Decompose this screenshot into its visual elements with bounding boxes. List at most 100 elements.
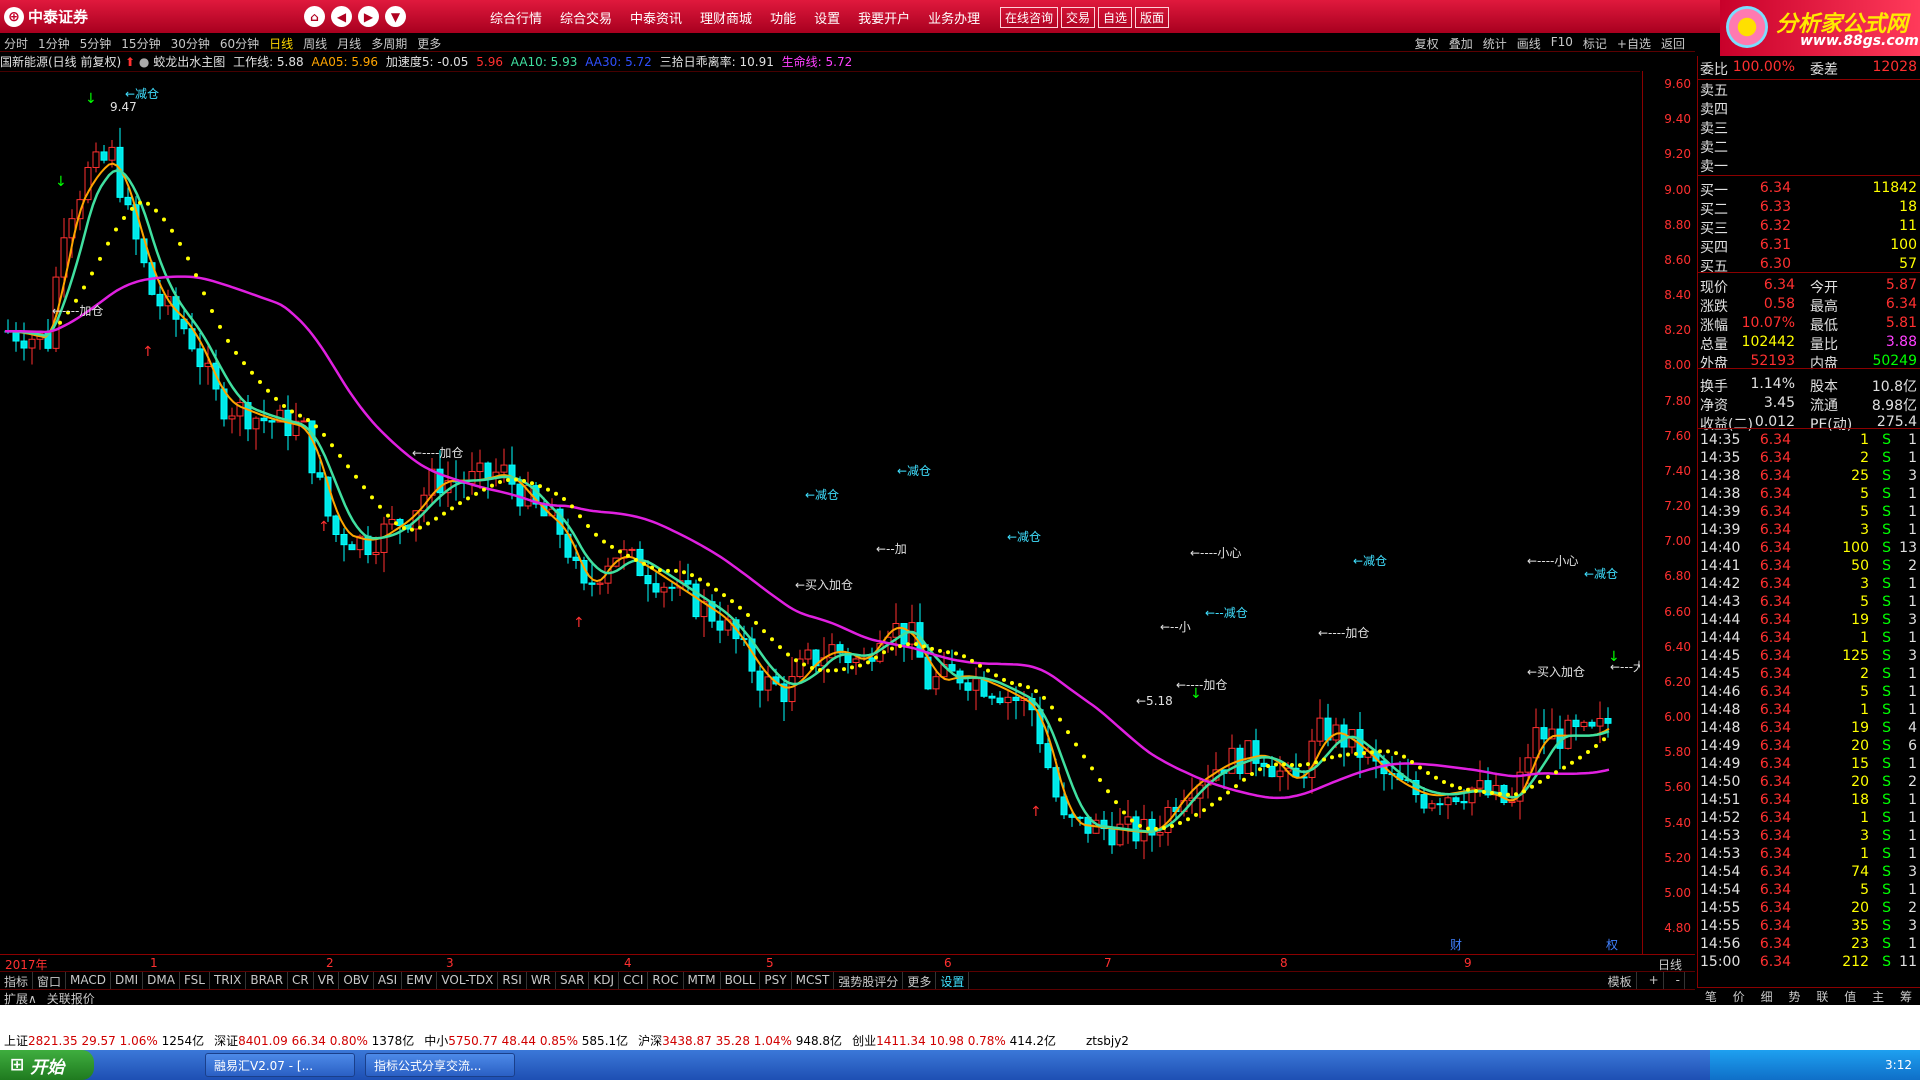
stat-row: 换手 1.14% 股本 10.8亿 [1698,376,1920,395]
ad-banner[interactable]: 分析家公式网 www.88gs.com [1720,0,1920,56]
indicator-tab-15[interactable]: WR [527,972,557,989]
period-tab-7[interactable]: 周线 [303,35,327,52]
work-line-dot [570,504,574,509]
indicator-tab-20[interactable]: MTM [684,972,721,989]
menu-item-3[interactable]: 理财商城 [700,8,752,27]
menu-item-0[interactable]: 综合行情 [490,8,542,27]
indicator-tab-8[interactable]: CR [288,972,314,989]
template-button-2[interactable]: - [1672,972,1685,989]
tool-button-2[interactable]: 统计 [1483,35,1507,52]
index-item[interactable]: 深证8401.09 66.34 0.80% 1378亿 [214,1032,414,1049]
menu-item-1[interactable]: 综合交易 [560,8,612,27]
period-tab-8[interactable]: 月线 [337,35,361,52]
indicator-tab-18[interactable]: CCI [619,972,649,989]
menu-item-2[interactable]: 中泰资讯 [630,8,682,27]
work-line-dot [58,320,62,325]
start-button[interactable]: ⊞ 开始 [0,1050,94,1080]
indicator-tab-1[interactable]: 窗口 [33,972,67,989]
work-line-dot [1018,682,1022,687]
top-button-3[interactable]: 版面 [1135,7,1170,28]
indicator-tab-14[interactable]: RSI [498,972,527,989]
settings-icon[interactable]: ● [139,55,149,69]
tool-button-5[interactable]: 标记 [1583,35,1607,52]
indicator-tab-19[interactable]: ROC [648,972,684,989]
period-tab-0[interactable]: 分时 [4,35,28,52]
template-button-0[interactable]: 模板 [1604,972,1637,989]
quote-tab-4[interactable]: 联 [1816,988,1828,1005]
tool-button-1[interactable]: 叠加 [1449,35,1473,52]
task-button-0[interactable]: 融易汇V2.07 - [... [205,1053,355,1077]
indicator-tab-24[interactable]: 强势股评分 [834,972,904,989]
formula-name[interactable]: 蛟龙出水主图 [153,55,225,69]
tool-button-7[interactable]: 返回 [1661,35,1685,52]
indicator-tab-6[interactable]: TRIX [210,972,247,989]
indicator-tab-13[interactable]: VOL-TDX [437,972,499,989]
period-tab-6[interactable]: 日线 [269,35,293,52]
ext-tab-0[interactable]: 扩展∧ [4,990,37,1006]
indicator-tab-25[interactable]: 更多 [903,972,937,989]
back-icon[interactable]: ◀ [331,6,352,27]
index-item[interactable]: 中小5750.77 48.44 0.85% 585.1亿 [424,1032,628,1049]
work-line-dot [1274,762,1278,767]
indicator-tab-17[interactable]: KDJ [589,972,620,989]
tool-button-0[interactable]: 复权 [1415,35,1439,52]
work-line-dot [842,667,846,672]
quote-tab-6[interactable]: 主 [1872,988,1884,1005]
tick-time: 14:49 [1700,738,1741,754]
indicator-tab-2[interactable]: MACD [66,972,112,989]
quote-tab-3[interactable]: 势 [1789,988,1801,1005]
period-tab-10[interactable]: 更多 [417,35,441,52]
task-button-1[interactable]: 指标公式分享交流... [365,1053,515,1077]
kline-chart[interactable]: 9.47←减仓←----加仓←----加仓←减仓←减仓←减仓←买入加仓←--加 ←… [0,71,1640,954]
indicator-tab-0[interactable]: 指标 [0,972,34,989]
ext-tab-1[interactable]: 关联报价 [47,990,95,1006]
menu-item-6[interactable]: 我要开户 [858,8,910,27]
template-button-1[interactable]: + [1645,972,1664,989]
event-marker[interactable]: 财 [1450,938,1462,952]
tick-price: 6.34 [1759,900,1791,916]
indicator-tab-22[interactable]: PSY [760,972,792,989]
index-item[interactable]: 上证2821.35 29.57 1.06% 1254亿 [4,1032,204,1049]
period-tab-4[interactable]: 30分钟 [171,35,210,52]
indicator-tab-9[interactable]: VR [314,972,340,989]
indicator-tab-4[interactable]: DMA [143,972,180,989]
tick-time: 14:45 [1700,666,1741,682]
indicator-tab-11[interactable]: ASI [374,972,403,989]
quote-tab-1[interactable]: 价 [1733,988,1745,1005]
home-icon[interactable]: ⌂ [304,6,325,27]
indicator-tab-5[interactable]: FSL [180,972,210,989]
period-tab-3[interactable]: 15分钟 [121,35,160,52]
period-tab-1[interactable]: 1分钟 [38,35,70,52]
menu-item-4[interactable]: 功能 [770,8,796,27]
quote-tab-7[interactable]: 筹 [1900,988,1912,1005]
period-tab-9[interactable]: 多周期 [371,35,407,52]
tool-button-6[interactable]: +自选 [1617,35,1651,52]
event-marker[interactable]: 权 [1606,938,1618,952]
menu-item-5[interactable]: 设置 [814,8,840,27]
period-tab-2[interactable]: 5分钟 [80,35,112,52]
tool-button-3[interactable]: 画线 [1517,35,1541,52]
index-item[interactable]: 沪深3438.87 35.28 1.04% 948.8亿 [638,1032,842,1049]
menu-item-7[interactable]: 业务办理 [928,8,980,27]
candle-body [340,533,348,546]
top-button-2[interactable]: 自选 [1098,7,1133,28]
tool-button-4[interactable]: F10 [1551,35,1573,52]
indicator-tab-3[interactable]: DMI [111,972,144,989]
indicator-tab-23[interactable]: MCST [792,972,835,989]
forward-icon[interactable]: ▶ [358,6,379,27]
quote-tab-5[interactable]: 值 [1844,988,1856,1005]
indicator-tab-12[interactable]: EMV [402,972,438,989]
top-button-0[interactable]: 在线咨询 [1000,7,1059,28]
quote-tab-2[interactable]: 细 [1761,988,1773,1005]
dropdown-icon[interactable]: ▼ [385,6,406,27]
period-tab-5[interactable]: 60分钟 [220,35,259,52]
indicator-tab-10[interactable]: OBV [339,972,374,989]
top-button-1[interactable]: 交易 [1061,7,1096,28]
quote-tab-0[interactable]: 笔 [1705,988,1717,1005]
indicator-tab-7[interactable]: BRAR [246,972,289,989]
stat-row: 净资 3.45 流通 8.98亿 [1698,395,1920,414]
indicator-tab-21[interactable]: BOLL [721,972,761,989]
indicator-tab-26[interactable]: 设置 [936,972,970,989]
indicator-tab-16[interactable]: SAR [556,972,590,989]
index-item[interactable]: 创业1411.34 10.98 0.78% 414.2亿 [852,1032,1056,1049]
